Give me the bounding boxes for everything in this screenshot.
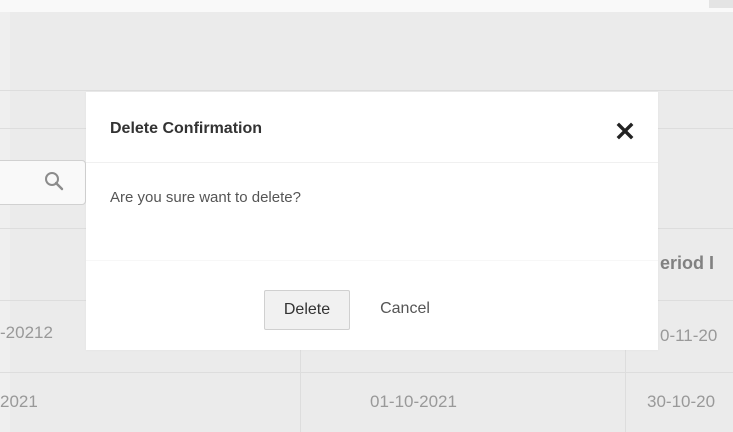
delete-button[interactable]: Delete bbox=[264, 290, 350, 330]
delete-confirmation-modal: Delete Confirmation Are you sure want to… bbox=[86, 92, 658, 350]
cancel-button[interactable]: Cancel bbox=[360, 290, 450, 330]
modal-footer-divider bbox=[86, 260, 658, 261]
close-icon[interactable] bbox=[616, 122, 634, 140]
modal-title: Delete Confirmation bbox=[110, 120, 263, 137]
confirmation-message: Are you sure want to delete? bbox=[110, 189, 301, 206]
